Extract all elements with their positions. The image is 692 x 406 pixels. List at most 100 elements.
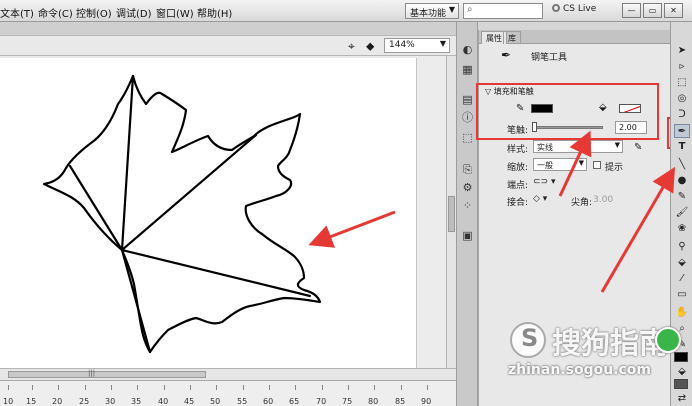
- edit-scene-icon[interactable]: ⬥: [366, 39, 374, 54]
- menu-control[interactable]: 控制(O): [76, 5, 112, 20]
- cs-live-label: CS Live: [563, 4, 597, 14]
- workspace-switcher[interactable]: 基本功能 ▼: [405, 3, 459, 19]
- tool-name: 钢笔工具: [531, 53, 568, 63]
- rectangle-tool-icon[interactable]: ●: [674, 174, 690, 188]
- style-label: 样式:: [507, 145, 529, 155]
- ruler-tick: [85, 385, 86, 390]
- ruler-tick: [111, 385, 112, 390]
- timeline-ruler[interactable]: 10 15 20 25 30 35 40 45 50 55 60 65 70 7…: [0, 380, 456, 406]
- ruler-label: 75: [342, 397, 353, 406]
- cap-select[interactable]: ⊂⊃ ▾: [533, 177, 555, 187]
- maple-leaf-drawing: [42, 74, 322, 354]
- cs-live-icon: [552, 4, 560, 12]
- subselection-tool-icon[interactable]: ▹: [674, 60, 690, 74]
- ruler-tick: [216, 385, 217, 390]
- zoom-select[interactable]: 144% ▼: [384, 38, 450, 53]
- paint-bucket-tool-icon[interactable]: ⬙: [674, 256, 690, 270]
- menu-window[interactable]: 窗口(W): [156, 5, 194, 20]
- ruler-label: 15: [26, 397, 37, 406]
- menu-help[interactable]: 帮助(H): [197, 5, 232, 20]
- fill-color-icon[interactable]: ⬙: [674, 365, 690, 379]
- watermark-brand: 搜狗指南: [552, 326, 669, 360]
- ruler-tick: [295, 385, 296, 390]
- panel-dock-strip: ◐ ▦ ▤ ⓘ ⬚ ⎘ ⚙ ⁘ ▣: [456, 22, 478, 406]
- scale-label: 缩放:: [507, 163, 529, 173]
- close-button[interactable]: ✕: [664, 3, 683, 18]
- join-label: 接合:: [507, 198, 529, 208]
- scroll-grip-icon: |||: [88, 369, 96, 377]
- text-tool-icon[interactable]: T: [674, 140, 690, 154]
- menu-text[interactable]: 文本(T): [0, 5, 34, 20]
- hand-tool-icon[interactable]: ✋: [674, 306, 690, 320]
- ruler-tick: [58, 385, 59, 390]
- ruler-tick: [427, 385, 428, 390]
- stroke-color-chip[interactable]: [674, 352, 688, 362]
- scroll-thumb[interactable]: [8, 371, 206, 378]
- stage-canvas[interactable]: [0, 58, 417, 368]
- ruler-label: 45: [184, 397, 195, 406]
- scale-value: 一般: [537, 161, 553, 170]
- miter-input[interactable]: 3.00: [593, 195, 613, 205]
- ruler-label: 60: [263, 397, 274, 406]
- minimize-button[interactable]: —: [622, 3, 641, 18]
- join-select[interactable]: ◇ ▾: [533, 194, 547, 204]
- code-snippets-icon[interactable]: ▣: [460, 228, 475, 243]
- miter-label: 尖角:: [571, 198, 593, 208]
- search-input[interactable]: ⌕: [463, 3, 543, 19]
- transform-panel-icon[interactable]: ⬚: [460, 130, 475, 145]
- 3d-rotation-tool-icon[interactable]: ◎: [674, 92, 690, 106]
- ruler-tick: [137, 385, 138, 390]
- ruler-tick: [190, 385, 191, 390]
- fill-color-chip[interactable]: [674, 379, 688, 389]
- style-select[interactable]: 实线 ▼: [533, 140, 623, 153]
- info-panel-icon[interactable]: ⓘ: [460, 110, 475, 125]
- hint-checkbox[interactable]: [593, 161, 601, 169]
- cs-live-button[interactable]: CS Live: [552, 4, 596, 14]
- components-panel-icon[interactable]: ⁘: [460, 198, 475, 213]
- restore-button[interactable]: ▭: [643, 3, 662, 18]
- ruler-tick: [8, 385, 9, 390]
- lasso-tool-icon[interactable]: ᑐ: [674, 108, 690, 122]
- bone-tool-icon[interactable]: ⚲: [674, 240, 690, 254]
- ruler-label: 40: [158, 397, 169, 406]
- selection-tool-icon[interactable]: ➤: [674, 44, 690, 58]
- watermark-logo-letter: S: [521, 324, 539, 352]
- brush-tool-icon[interactable]: 🖌: [674, 206, 690, 220]
- ruler-label: 55: [237, 397, 248, 406]
- menu-commands[interactable]: 命令(C): [38, 5, 73, 20]
- ruler-tick: [32, 385, 33, 390]
- window-controls: — ▭ ✕: [622, 3, 683, 19]
- eraser-tool-icon[interactable]: ▭: [674, 288, 690, 302]
- align-panel-icon[interactable]: ▤: [460, 92, 475, 107]
- history-panel-icon[interactable]: ⎘: [460, 162, 475, 177]
- deco-tool-icon[interactable]: ❀: [674, 222, 690, 236]
- edit-stroke-style-icon[interactable]: ✎: [634, 142, 642, 153]
- chevron-down-icon: ▼: [614, 141, 620, 149]
- ruler-tick: [269, 385, 270, 390]
- badge-icon: [655, 327, 681, 353]
- ruler-label: 25: [79, 397, 90, 406]
- eyedropper-tool-icon[interactable]: ⁄: [674, 272, 690, 286]
- ruler-tick: [348, 385, 349, 390]
- horizontal-scrollbar[interactable]: |||: [0, 368, 456, 380]
- motion-presets-icon[interactable]: ⚙: [460, 180, 475, 195]
- ruler-label: 65: [289, 397, 300, 406]
- free-transform-tool-icon[interactable]: ⬚: [674, 76, 690, 90]
- swap-colors-icon[interactable]: ⇄: [674, 392, 690, 406]
- ruler-tick: [322, 385, 323, 390]
- line-tool-icon[interactable]: ╲: [674, 158, 690, 172]
- menu-debug[interactable]: 调试(D): [116, 5, 152, 20]
- ruler-label: 20: [52, 397, 63, 406]
- workspace-label: 基本功能: [410, 9, 447, 19]
- edit-symbol-icon[interactable]: ⌖: [348, 39, 355, 54]
- pencil-tool-icon[interactable]: ✎: [674, 190, 690, 204]
- vertical-scrollbar[interactable]: [446, 56, 456, 368]
- scroll-thumb[interactable]: [448, 196, 455, 232]
- swatches-panel-icon[interactable]: ▦: [460, 62, 475, 77]
- hint-label: 提示: [605, 163, 624, 173]
- color-panel-icon[interactable]: ◐: [460, 42, 475, 57]
- pen-tool-icon[interactable]: ✒: [674, 124, 690, 138]
- menu-bar: 文本(T) 命令(C) 控制(O) 调试(D) 窗口(W) 帮助(H) 基本功能…: [0, 0, 692, 22]
- tab-library[interactable]: 库: [503, 31, 521, 44]
- scale-select[interactable]: 一般 ▼: [533, 158, 587, 171]
